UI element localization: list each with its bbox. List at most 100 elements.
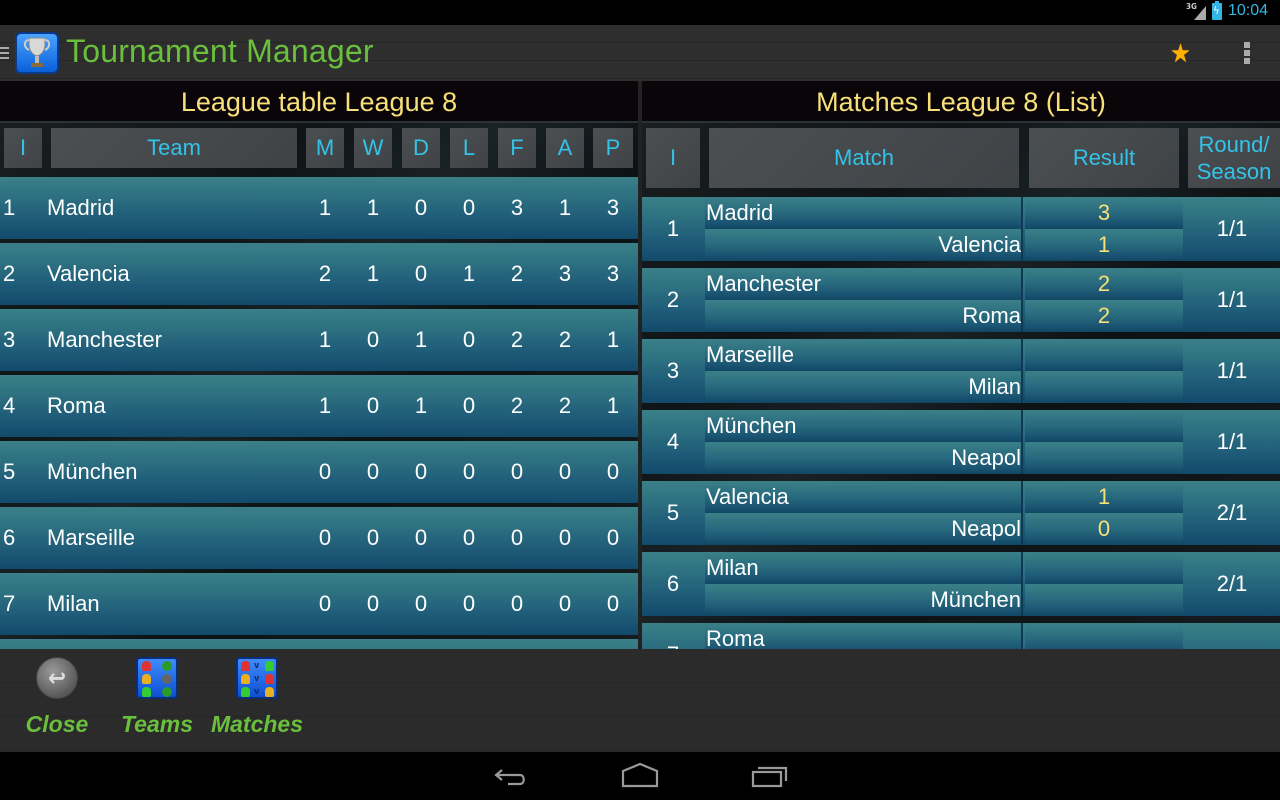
matches-button[interactable]: v v v Matches — [208, 657, 306, 749]
match-index: 7 — [642, 623, 704, 649]
match-row[interactable]: 5 Valencia Neapol 1 0 2/1 — [642, 481, 1280, 545]
wins-cell: 1 — [366, 261, 380, 286]
draws-cell: 0 — [414, 261, 428, 286]
match-row[interactable]: 3 Marseille Milan 1/1 — [642, 339, 1280, 403]
home-score — [1025, 623, 1183, 649]
header-matches[interactable]: M — [306, 128, 344, 168]
home-team: Manchester — [705, 268, 1023, 300]
home-team: Marseille — [705, 339, 1023, 371]
points-cell: 3 — [606, 195, 620, 220]
away-score — [1025, 442, 1183, 474]
draws-cell: 0 — [414, 591, 428, 616]
table-row[interactable]: 1 Madrid 1 1 0 0 3 1 3 — [0, 177, 638, 239]
round-season: 2/1 — [1216, 571, 1248, 596]
back-icon[interactable] — [492, 762, 532, 790]
draws-cell: 0 — [414, 525, 428, 550]
recent-apps-icon[interactable] — [750, 762, 790, 790]
league-table-title: League table League 8 — [0, 81, 638, 123]
points-cell: 1 — [606, 327, 620, 352]
header-round-line2: Season — [1196, 159, 1272, 184]
matches-panel: Matches League 8 (List) I Match Result R… — [642, 81, 1280, 649]
header-points[interactable]: P — [593, 128, 633, 168]
header-match-index[interactable]: I — [646, 128, 700, 188]
table-row[interactable]: 2 Valencia 2 1 0 1 2 3 3 — [0, 243, 638, 305]
header-match[interactable]: Match — [709, 128, 1019, 188]
points-cell: 1 — [606, 393, 620, 418]
losses-cell: 0 — [462, 195, 476, 220]
goals-for-cell: 0 — [510, 591, 524, 616]
home-team: Roma — [705, 623, 1023, 649]
battery-charging-icon: ϟ — [1211, 0, 1222, 20]
home-team: Milan — [705, 552, 1023, 584]
header-draws[interactable]: D — [402, 128, 440, 168]
goals-against-cell: 0 — [558, 525, 572, 550]
losses-cell: 0 — [462, 525, 476, 550]
table-row[interactable] — [0, 639, 638, 649]
header-wins[interactable]: W — [354, 128, 392, 168]
teams-button[interactable]: Teams — [116, 657, 198, 749]
header-result[interactable]: Result — [1029, 128, 1179, 188]
match-row[interactable]: 4 München Neapol 1/1 — [642, 410, 1280, 474]
match-row[interactable]: 6 Milan München 2/1 — [642, 552, 1280, 616]
home-score — [1025, 552, 1183, 584]
status-bar: 3G ϟ 10:04 — [0, 0, 1280, 25]
rank-cell: 4 — [3, 393, 16, 418]
home-score — [1025, 410, 1183, 442]
overflow-menu-icon[interactable] — [1244, 42, 1251, 64]
star-icon[interactable]: ★ — [1170, 39, 1191, 69]
draws-cell: 0 — [414, 459, 428, 484]
close-button[interactable]: ↩ Close — [22, 657, 92, 749]
matches-cell: 1 — [318, 393, 332, 418]
match-index: 2 — [666, 287, 680, 312]
goals-for-cell: 2 — [510, 261, 524, 286]
away-team: Milan — [705, 371, 1023, 403]
table-row[interactable]: 6 Marseille 0 0 0 0 0 0 0 — [0, 507, 638, 569]
away-team: Neapol — [705, 513, 1023, 545]
header-index[interactable]: I — [4, 128, 42, 168]
matches-cell: 1 — [318, 195, 332, 220]
match-row[interactable]: 1 Madrid Valencia 3 1 1/1 — [642, 197, 1280, 261]
header-round-season[interactable]: Round/ Season — [1188, 128, 1280, 188]
trophy-icon[interactable] — [15, 32, 59, 74]
home-team: Valencia — [705, 481, 1023, 513]
home-score — [1025, 339, 1183, 371]
goals-for-cell: 0 — [510, 459, 524, 484]
matches-cell: 0 — [318, 525, 332, 550]
table-row[interactable]: 7 Milan 0 0 0 0 0 0 0 — [0, 573, 638, 635]
navigation-bar — [0, 752, 1280, 800]
home-team: Madrid — [705, 197, 1023, 229]
table-row[interactable]: 3 Manchester 1 0 1 0 2 2 1 — [0, 309, 638, 371]
matches-icon: v v v — [236, 657, 278, 699]
table-row[interactable]: 5 München 0 0 0 0 0 0 0 — [0, 441, 638, 503]
clock: 10:04 — [1227, 2, 1268, 19]
teams-label: Teams — [120, 711, 194, 737]
header-team[interactable]: Team — [51, 128, 297, 168]
away-score: 1 — [1025, 229, 1183, 261]
goals-against-cell: 2 — [558, 393, 572, 418]
losses-cell: 0 — [462, 459, 476, 484]
match-row[interactable]: 2 Manchester Roma 2 2 1/1 — [642, 268, 1280, 332]
draws-cell: 1 — [414, 327, 428, 352]
home-icon[interactable] — [620, 762, 660, 790]
header-goals-against[interactable]: A — [546, 128, 584, 168]
match-row[interactable]: 7Roma — [642, 623, 1280, 649]
wins-cell: 0 — [366, 327, 380, 352]
matches-label: Matches — [210, 711, 304, 737]
matches-title: Matches League 8 (List) — [642, 81, 1280, 123]
header-goals-for[interactable]: F — [498, 128, 536, 168]
table-row[interactable]: 4 Roma 1 0 1 0 2 2 1 — [0, 375, 638, 437]
rank-cell: 1 — [3, 195, 16, 220]
rank-cell: 3 — [3, 327, 16, 352]
team-cell: Valencia — [47, 261, 130, 286]
losses-cell: 0 — [462, 591, 476, 616]
match-index: 6 — [666, 571, 680, 596]
matches-cell: 0 — [318, 591, 332, 616]
menu-icon[interactable] — [0, 47, 9, 61]
draws-cell: 0 — [414, 195, 428, 220]
header-losses[interactable]: L — [450, 128, 488, 168]
away-score: 0 — [1025, 513, 1183, 545]
close-label: Close — [25, 711, 89, 737]
goals-against-cell: 3 — [558, 261, 572, 286]
team-cell: München — [47, 459, 138, 484]
away-score — [1025, 371, 1183, 403]
